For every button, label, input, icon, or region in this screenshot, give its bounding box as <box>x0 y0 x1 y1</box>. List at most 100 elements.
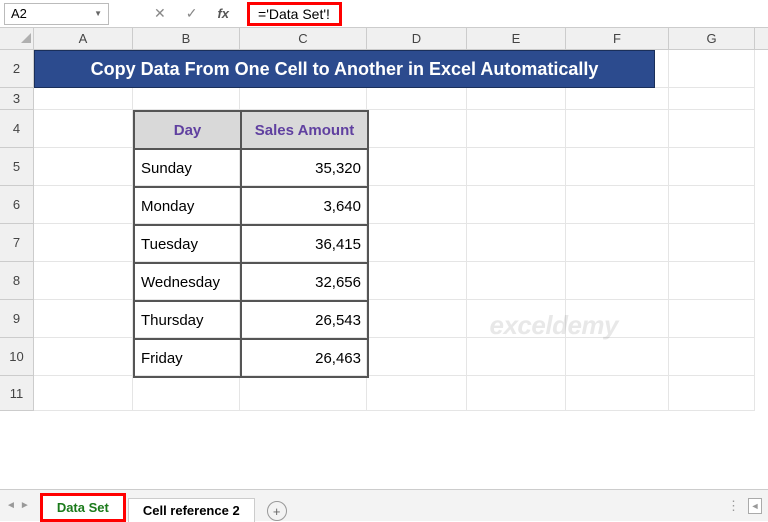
name-box[interactable]: A2 ▼ <box>4 3 109 25</box>
cell[interactable] <box>467 300 566 338</box>
table-cell-sales[interactable]: 32,656 <box>241 263 368 301</box>
cell[interactable] <box>34 148 133 186</box>
column-header-D[interactable]: D <box>367 28 467 49</box>
cell[interactable] <box>34 110 133 148</box>
cell[interactable] <box>367 148 467 186</box>
cell[interactable] <box>467 338 566 376</box>
cell[interactable] <box>566 338 669 376</box>
cell[interactable] <box>240 88 367 110</box>
tab-nav-next-icon[interactable]: ► <box>20 500 30 511</box>
table-cell-day[interactable]: Monday <box>134 187 241 225</box>
select-all-corner[interactable] <box>0 28 34 49</box>
cell[interactable] <box>34 186 133 224</box>
cell[interactable] <box>34 338 133 376</box>
cell[interactable] <box>669 88 755 110</box>
row-header-7[interactable]: 7 <box>0 224 34 262</box>
cell[interactable] <box>240 376 367 411</box>
cell[interactable] <box>467 88 566 110</box>
tabs-menu-icon[interactable]: ⋮ <box>727 498 740 514</box>
row-header-4[interactable]: 4 <box>0 110 34 148</box>
cell[interactable] <box>566 148 669 186</box>
plus-icon: + <box>273 504 281 519</box>
cell[interactable] <box>669 148 755 186</box>
row-header-5[interactable]: 5 <box>0 148 34 186</box>
cell[interactable] <box>34 376 133 411</box>
cell[interactable] <box>566 300 669 338</box>
cell[interactable] <box>34 262 133 300</box>
cell[interactable] <box>34 224 133 262</box>
cell[interactable] <box>669 50 755 88</box>
table-cell-sales[interactable]: 35,320 <box>241 149 368 187</box>
cell[interactable] <box>566 88 669 110</box>
row-header-11[interactable]: 11 <box>0 376 34 411</box>
table-cell-sales[interactable]: 26,463 <box>241 339 368 377</box>
enter-icon[interactable]: ✓ <box>186 5 198 22</box>
chevron-down-icon[interactable]: ▼ <box>94 9 102 18</box>
cell[interactable] <box>669 224 755 262</box>
cell[interactable] <box>34 88 133 110</box>
formula-input[interactable]: ='Data Set'! <box>247 2 342 26</box>
data-table: Day Sales Amount Sunday 35,320 Monday 3,… <box>133 110 369 378</box>
cell[interactable] <box>367 88 467 110</box>
cell[interactable] <box>133 376 240 411</box>
cell[interactable] <box>669 338 755 376</box>
table-cell-sales[interactable]: 3,640 <box>241 187 368 225</box>
column-header-A[interactable]: A <box>34 28 133 49</box>
cell[interactable] <box>367 300 467 338</box>
cell[interactable] <box>669 300 755 338</box>
cell[interactable] <box>367 338 467 376</box>
cell[interactable] <box>566 224 669 262</box>
cell[interactable] <box>566 110 669 148</box>
cell[interactable] <box>367 224 467 262</box>
sheet-tab-active[interactable]: Data Set <box>40 493 126 522</box>
table-cell-sales[interactable]: 26,543 <box>241 301 368 339</box>
row-header-10[interactable]: 10 <box>0 338 34 376</box>
cell[interactable] <box>566 376 669 411</box>
row-header-8[interactable]: 8 <box>0 262 34 300</box>
tab-nav-prev-icon[interactable]: ◄ <box>6 500 16 511</box>
table-cell-sales[interactable]: 36,415 <box>241 225 368 263</box>
row-header-3[interactable]: 3 <box>0 88 34 110</box>
cell[interactable] <box>467 224 566 262</box>
table-header-sales[interactable]: Sales Amount <box>241 111 368 149</box>
cell[interactable] <box>467 148 566 186</box>
column-headers: A B C D E F G <box>0 28 768 50</box>
cell[interactable] <box>467 186 566 224</box>
column-header-C[interactable]: C <box>240 28 367 49</box>
cancel-icon[interactable]: ✕ <box>154 5 166 22</box>
cell[interactable] <box>133 88 240 110</box>
row-header-9[interactable]: 9 <box>0 300 34 338</box>
table-cell-day[interactable]: Sunday <box>134 149 241 187</box>
column-header-E[interactable]: E <box>467 28 566 49</box>
cell[interactable] <box>367 110 467 148</box>
table-cell-day[interactable]: Thursday <box>134 301 241 339</box>
row-header-2[interactable]: 2 <box>0 50 34 88</box>
column-header-F[interactable]: F <box>566 28 669 49</box>
cell[interactable] <box>34 300 133 338</box>
spreadsheet-grid: A B C D E F G 2 3 4 5 6 7 8 9 10 11 Copy… <box>0 28 768 411</box>
table-cell-day[interactable]: Wednesday <box>134 263 241 301</box>
cell[interactable] <box>467 376 566 411</box>
table-row: Thursday 26,543 <box>134 301 368 339</box>
sheet-tab[interactable]: Cell reference 2 <box>128 498 255 522</box>
row-header-6[interactable]: 6 <box>0 186 34 224</box>
cell[interactable] <box>467 110 566 148</box>
add-sheet-button[interactable]: + <box>267 501 287 521</box>
column-header-B[interactable]: B <box>133 28 240 49</box>
cell[interactable] <box>566 262 669 300</box>
cell[interactable] <box>669 376 755 411</box>
fx-icon[interactable]: fx <box>217 6 229 21</box>
cell[interactable] <box>367 262 467 300</box>
cell[interactable] <box>669 186 755 224</box>
cell[interactable] <box>467 262 566 300</box>
cell[interactable] <box>669 262 755 300</box>
table-cell-day[interactable]: Tuesday <box>134 225 241 263</box>
cell[interactable] <box>669 110 755 148</box>
column-header-G[interactable]: G <box>669 28 755 49</box>
cell[interactable] <box>367 376 467 411</box>
scroll-left-button[interactable]: ◄ <box>748 498 762 514</box>
cell[interactable] <box>367 186 467 224</box>
table-cell-day[interactable]: Friday <box>134 339 241 377</box>
table-header-day[interactable]: Day <box>134 111 241 149</box>
cell[interactable] <box>566 186 669 224</box>
